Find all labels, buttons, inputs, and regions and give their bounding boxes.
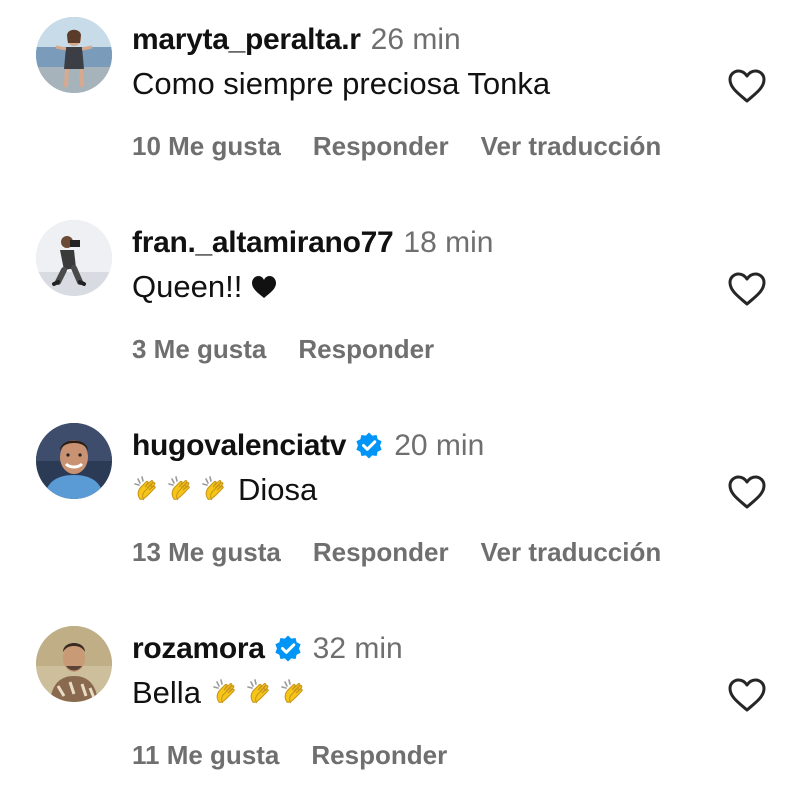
comment-body: Como siempre preciosa Tonka	[132, 66, 551, 101]
comment-header: maryta_peralta.r 26 min	[132, 20, 461, 60]
clapping-hands-emoji-icon	[132, 475, 162, 505]
man-patterned-shirt-avatar	[36, 626, 112, 702]
heart-icon[interactable]	[727, 677, 767, 713]
comment-header: fran._altamirano77 18 min	[132, 223, 493, 263]
timestamp: 18 min	[403, 226, 494, 259]
photographer-crouching-avatar	[36, 220, 112, 296]
translate-button[interactable]: Ver traducción	[481, 537, 662, 568]
comment-header: rozamora 32 min	[132, 629, 403, 669]
clapping-hands-emoji-icon	[245, 678, 275, 708]
likes-count[interactable]: 3 Me gusta	[132, 334, 266, 365]
verified-badge-icon	[273, 634, 303, 664]
reply-button[interactable]: Responder	[313, 131, 449, 162]
clapping-hands-emoji-icon	[166, 475, 196, 505]
timestamp: 26 min	[370, 23, 461, 56]
clapping-hands-emoji-icon	[200, 475, 230, 505]
comment-item: rozamora 32 min Bella 11 Me gusta Respon…	[0, 609, 800, 812]
comment-body: Diosa	[238, 472, 318, 507]
comment-text: Bella	[132, 673, 313, 713]
comment-text: Como siempre preciosa Tonka	[132, 64, 550, 104]
translate-button[interactable]: Ver traducción	[481, 131, 662, 162]
comment-actions: 13 Me gusta Responder Ver traducción	[132, 534, 693, 570]
woman-by-lake-avatar	[36, 17, 112, 93]
comment-text: Diosa	[132, 470, 317, 510]
avatar[interactable]	[36, 220, 112, 296]
timestamp: 32 min	[312, 632, 403, 665]
heart-icon[interactable]	[727, 271, 767, 307]
heart-icon[interactable]	[727, 474, 767, 510]
smiling-man-avatar	[36, 423, 112, 499]
reply-button[interactable]: Responder	[298, 334, 434, 365]
username[interactable]: maryta_peralta.r	[132, 23, 361, 57]
username[interactable]: hugovalenciatv	[132, 429, 347, 463]
verified-badge-icon	[354, 431, 384, 461]
comment-body: Bella	[132, 675, 201, 710]
likes-count[interactable]: 11 Me gusta	[132, 740, 279, 771]
black-heart-icon	[250, 274, 278, 300]
timestamp: 20 min	[394, 429, 485, 462]
comment-actions: 3 Me gusta Responder	[132, 331, 466, 367]
likes-count[interactable]: 10 Me gusta	[132, 131, 281, 162]
username[interactable]: fran._altamirano77	[132, 226, 394, 260]
reply-button[interactable]: Responder	[311, 740, 447, 771]
comment-text: Queen!!	[132, 267, 278, 307]
avatar[interactable]	[36, 423, 112, 499]
comment-item: fran._altamirano77 18 min Queen!! 3 Me g…	[0, 203, 800, 406]
avatar[interactable]	[36, 17, 112, 93]
avatar[interactable]	[36, 626, 112, 702]
comment-item: maryta_peralta.r 26 min Como siempre pre…	[0, 0, 800, 203]
clapping-hands-emoji-icon	[211, 678, 241, 708]
comment-actions: 10 Me gusta Responder Ver traducción	[132, 128, 693, 164]
comment-actions: 11 Me gusta Responder	[132, 737, 479, 773]
comment-body: Queen!!	[132, 269, 243, 304]
clapping-hands-emoji-icon	[279, 678, 309, 708]
username[interactable]: rozamora	[132, 632, 265, 666]
likes-count[interactable]: 13 Me gusta	[132, 537, 281, 568]
heart-icon[interactable]	[727, 68, 767, 104]
comment-header: hugovalenciatv 20 min	[132, 426, 484, 466]
comment-item: hugovalenciatv 20 min Diosa 13 Me gusta …	[0, 406, 800, 609]
reply-button[interactable]: Responder	[313, 537, 449, 568]
